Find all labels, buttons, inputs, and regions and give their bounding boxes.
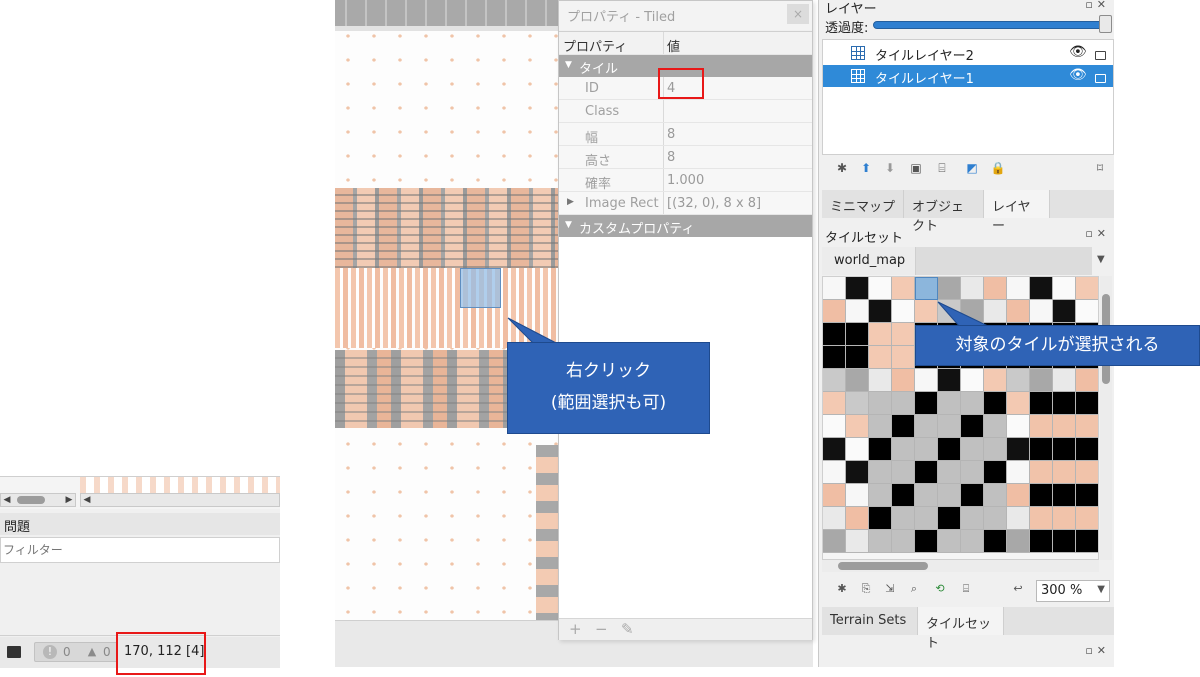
callout-line-1: 右クリック bbox=[566, 361, 651, 381]
callout-tile-selected: 対象のタイルが選択される bbox=[915, 325, 1200, 366]
callout-pointer-map bbox=[507, 317, 561, 346]
callout-pointer-tileset bbox=[937, 301, 991, 328]
callout-right-click: 右クリック (範囲選択も可) bbox=[507, 342, 710, 434]
callout-line-2: (範囲選択も可) bbox=[550, 393, 667, 413]
